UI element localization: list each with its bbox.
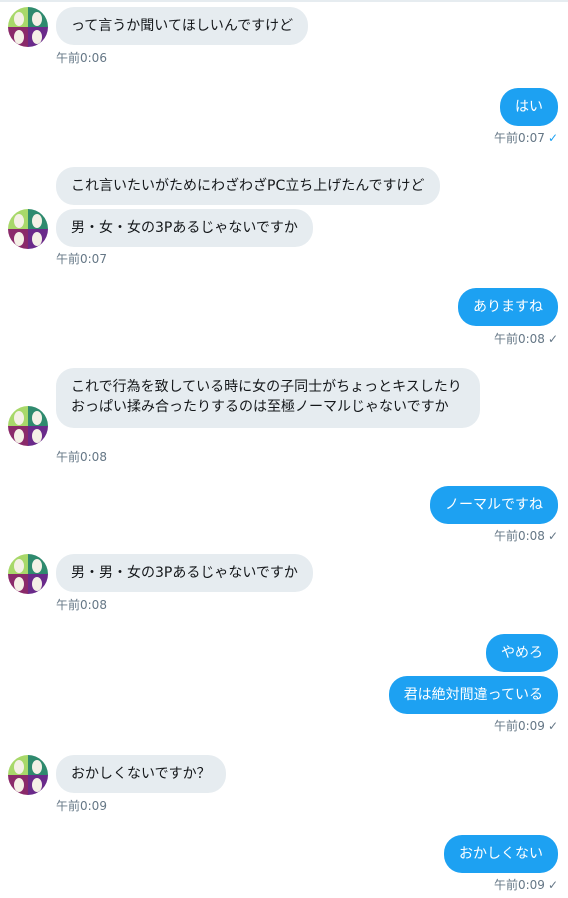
read-check-icon: ✓ (547, 719, 558, 733)
read-check-icon: ✓ (547, 878, 558, 892)
message-timestamp: 午前0:09 ✓ (493, 878, 558, 892)
message-bubble-incoming[interactable]: って言うか聞いてほしいんですけど (56, 7, 309, 45)
message-bubble-incoming[interactable]: おかしくないですか？ (56, 755, 226, 793)
message-timestamp: 午前0:08 ✓ (493, 529, 558, 543)
avatar[interactable] (8, 209, 48, 249)
message-bubble-incoming[interactable]: これ言いたいがためにわざわざPC立ち上げたんですけど (56, 167, 440, 205)
avatar-image-icon (8, 209, 48, 249)
message-timestamp: 午前0:07 ✓ (493, 131, 558, 145)
avatar[interactable] (8, 406, 48, 446)
message-bubble-outgoing[interactable]: はい (500, 88, 558, 126)
avatar-image-icon (8, 7, 48, 47)
message-bubble-outgoing[interactable]: ありますね (458, 288, 558, 326)
message-bubble-outgoing[interactable]: やめろ (486, 634, 558, 672)
message-bubble-outgoing[interactable]: ノーマルですね (430, 486, 558, 524)
message-timestamp: 午前0:08 (56, 450, 107, 464)
avatar-image-icon (8, 755, 48, 795)
message-timestamp: 午前0:08 ✓ (493, 332, 558, 346)
read-check-icon: ✓ (547, 131, 558, 145)
read-check-icon: ✓ (547, 529, 558, 543)
avatar-image-icon (8, 554, 48, 594)
top-divider (0, 0, 568, 2)
avatar[interactable] (8, 755, 48, 795)
message-bubble-outgoing[interactable]: 君は絶対間違っている (388, 676, 558, 714)
message-timestamp: 午前0:06 (56, 51, 107, 65)
avatar[interactable] (8, 554, 48, 594)
message-timestamp: 午前0:09 ✓ (493, 719, 558, 733)
read-check-icon: ✓ (547, 332, 558, 346)
message-bubble-incoming[interactable]: これで行為を致している時に女の子同士がちょっとキスしたりおっぱい揉み合ったりする… (56, 368, 480, 428)
message-bubble-incoming[interactable]: 男・女・女の3Pあるじゃないですか (56, 209, 313, 247)
message-timestamp: 午前0:07 (56, 252, 107, 266)
avatar-image-icon (8, 406, 48, 446)
avatar[interactable] (8, 7, 48, 47)
message-bubble-outgoing[interactable]: おかしくない (444, 835, 558, 873)
message-timestamp: 午前0:08 (56, 598, 107, 612)
message-bubble-incoming[interactable]: 男・男・女の3Pあるじゃないですか (56, 554, 313, 592)
message-timestamp: 午前0:09 (56, 799, 107, 813)
